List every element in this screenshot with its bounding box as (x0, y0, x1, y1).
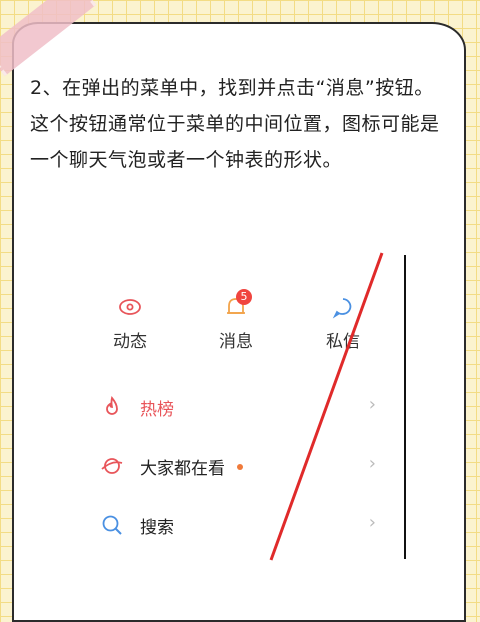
menu-screenshot: 动态 5 消息 私信 热榜 › 大家都在看 › 搜索 › (0, 0, 480, 607)
flame-icon (100, 395, 124, 419)
planet-icon (100, 454, 124, 478)
menu-item-hot-list[interactable]: 热榜 › (100, 387, 390, 427)
screen-edge-line (404, 255, 406, 559)
tab-direct-messages[interactable]: 私信 (303, 295, 383, 352)
menu-item-search-label: 搜索 (140, 518, 174, 538)
chevron-right-icon: › (368, 453, 376, 474)
menu-item-everyone-watching[interactable]: 大家都在看 › (100, 446, 390, 486)
tab-messages[interactable]: 5 消息 (196, 289, 276, 352)
menu-item-search[interactable]: 搜索 › (100, 505, 390, 545)
new-indicator-dot (237, 464, 243, 470)
tab-direct-messages-label: 私信 (326, 332, 360, 352)
tab-dongtai-label: 动态 (113, 332, 147, 352)
tab-dongtai[interactable]: 动态 (90, 295, 170, 352)
eye-icon (118, 295, 142, 319)
chevron-right-icon: › (368, 512, 376, 533)
chevron-right-icon: › (368, 394, 376, 415)
menu-item-hot-list-label: 热榜 (140, 400, 174, 420)
unread-badge: 5 (236, 289, 252, 305)
search-icon (100, 513, 124, 537)
chat-bubble-icon (331, 295, 355, 319)
menu-item-everyone-watching-label: 大家都在看 (140, 459, 225, 479)
tab-messages-label: 消息 (219, 332, 253, 352)
bell-icon: 5 (224, 289, 252, 319)
